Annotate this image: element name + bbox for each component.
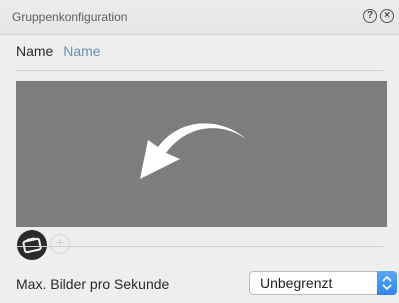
- preview-area[interactable]: [16, 81, 387, 227]
- add-icon[interactable]: +: [50, 234, 70, 254]
- title-bar: Gruppenkonfiguration ? ×: [0, 0, 399, 35]
- help-icon[interactable]: ?: [363, 9, 377, 23]
- close-icon[interactable]: ×: [380, 9, 394, 23]
- name-row: Name Name: [16, 43, 101, 59]
- name-label: Name: [16, 43, 54, 59]
- window-title: Gruppenkonfiguration: [12, 10, 128, 24]
- curved-back-arrow-icon: [140, 123, 246, 179]
- divider: [16, 246, 383, 247]
- select-stepper-icon[interactable]: [377, 271, 397, 295]
- divider: [16, 70, 383, 71]
- snapshot-icon: [22, 237, 42, 254]
- fps-selected-value: Unbegrenzt: [260, 275, 333, 291]
- snapshot-button[interactable]: [17, 230, 47, 260]
- name-input[interactable]: Name: [63, 43, 100, 59]
- fps-label: Max. Bilder pro Sekunde: [16, 276, 170, 292]
- fps-select[interactable]: Unbegrenzt: [249, 271, 397, 295]
- group-config-panel: Gruppenkonfiguration ? × Name Name + Max…: [0, 0, 399, 303]
